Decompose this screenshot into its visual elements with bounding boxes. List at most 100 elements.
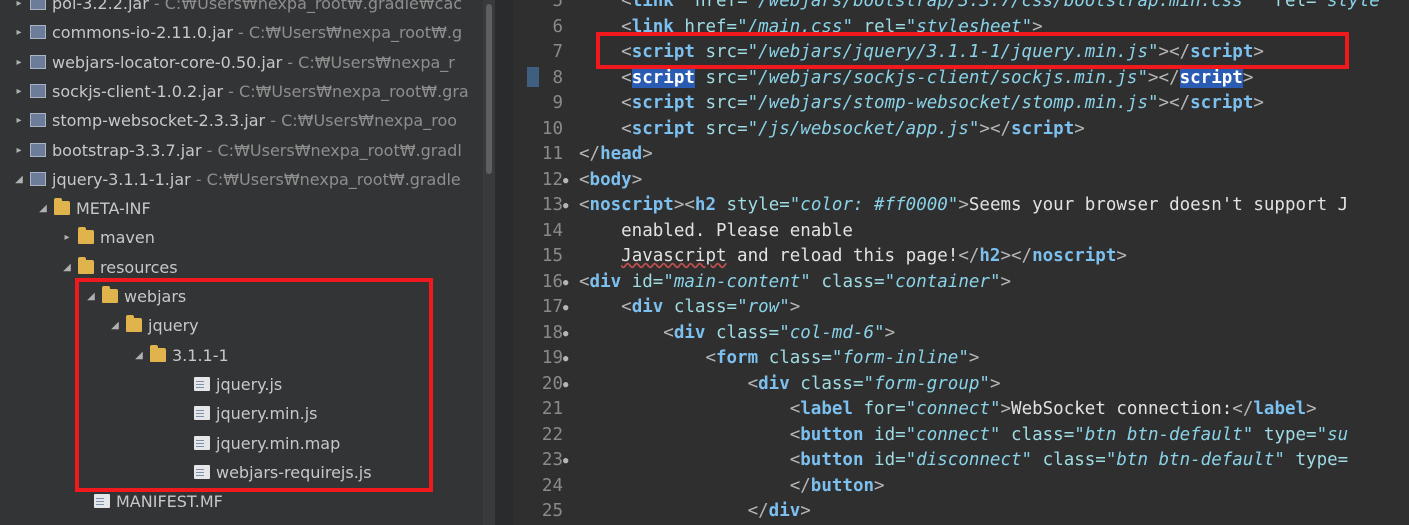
tree-item[interactable]: ◢ META-INF [36, 195, 151, 223]
fold-toggle-icon[interactable]: ● [563, 295, 575, 321]
code-token: h2 [694, 195, 716, 215]
expand-arrow-icon[interactable]: ▸ [12, 0, 26, 18]
tree-item-path: - C:₩Users₩nexpa_root₩.gradle [190, 169, 461, 189]
fold-toggle-icon[interactable]: ● [563, 372, 575, 398]
tree-item-path: - C:₩Users₩nexpa_root₩.gradl [201, 140, 462, 160]
code-line[interactable]: 13● <noscript><h2 style="color: #ff0000">… [513, 192, 1348, 218]
code-token: script [631, 67, 695, 88]
code-line[interactable]: 10 <script src="/js/websocket/app.js"></… [513, 116, 1085, 142]
scrollbar-thumb[interactable] [486, 4, 492, 174]
code-token: "form-group" [863, 373, 990, 394]
tree-item[interactable]: MANIFEST.MF [76, 488, 223, 516]
tree-item-label: bootstrap-3.3.7.jar [52, 140, 202, 160]
code-token: ></ [1000, 246, 1033, 266]
pane-splitter[interactable] [495, 0, 514, 525]
collapse-arrow-icon[interactable]: ◢ [60, 254, 74, 282]
collapse-arrow-icon[interactable]: ◢ [12, 166, 26, 194]
code-token: < [663, 322, 674, 343]
code-line[interactable]: 25 </div> [513, 498, 811, 524]
tree-item-label: sockjs-client-1.0.2.jar [52, 81, 224, 101]
tree-item[interactable]: ▸ commons-io-2.11.0.jar - C:₩Users₩nexpa_… [12, 19, 462, 47]
code-line[interactable]: 15 Javascript and reload this page!</h2>… [513, 243, 1127, 269]
code-line[interactable]: 18● <div class="col-md-6"> [513, 320, 895, 346]
code-line[interactable]: 5 <link href="/webjars/bootstrap/3.3.7/c… [513, 0, 1379, 14]
line-number: 6 [552, 16, 563, 37]
fold-toggle-icon[interactable]: ● [563, 321, 575, 347]
code-line[interactable]: 11 </head> [513, 141, 653, 167]
code-line[interactable]: 9 <script src="/webjars/stomp-websocket/… [513, 90, 1263, 116]
code-token: > [800, 501, 811, 521]
jar-icon [30, 83, 46, 98]
tree-item[interactable]: ▸ sockjs-client-1.0.2.jar - C:₩Users₩nexp… [12, 78, 469, 106]
code-line[interactable]: 14 enabled. Please enable [513, 218, 853, 244]
tree-item[interactable]: ▸ webjars-locator-core-0.50.jar - C:₩User… [12, 49, 455, 77]
code-token: </ [958, 246, 980, 266]
fold-toggle-icon[interactable]: ● [563, 270, 575, 296]
expand-arrow-icon[interactable]: ▸ [12, 107, 26, 135]
tree-item-path: - C:₩Users₩nexpa_root₩.gra [223, 81, 469, 101]
code-token: class= [1011, 424, 1075, 445]
line-number: 25 [541, 501, 563, 521]
fold-toggle-icon[interactable]: ● [563, 193, 575, 219]
expand-arrow-icon[interactable]: ▸ [12, 137, 26, 165]
code-line[interactable]: 24 </button> [513, 473, 885, 499]
file-icon [94, 494, 110, 509]
highlight-webjars-folder [75, 278, 433, 492]
line-number: 15 [541, 246, 563, 266]
code-token: > [631, 169, 643, 190]
code-token: < [789, 399, 801, 419]
code-token: id= [874, 450, 906, 470]
code-token: </ [579, 144, 601, 164]
code-text: <body> [575, 167, 642, 193]
expand-arrow-icon[interactable]: ▸ [12, 78, 26, 106]
tree-item[interactable]: ▸ stomp-websocket-2.3.3.jar - C:₩Users₩ne… [12, 107, 457, 135]
code-token: > [1306, 399, 1317, 419]
expand-arrow-icon[interactable]: ▸ [12, 19, 26, 47]
code-token: label [800, 399, 853, 419]
code-line[interactable]: 21 <label for="connect">WebSocket connec… [513, 396, 1317, 422]
tree-item-label: webjars-locator-core-0.50.jar [52, 52, 283, 72]
code-text: Javascript and reload this page!</h2></n… [575, 243, 1127, 269]
code-line[interactable]: 16● <div id="main-content" class="contain… [513, 269, 1011, 295]
code-token: "su [1316, 424, 1349, 445]
code-line[interactable]: 22 <button id="connect" class="btn btn-d… [513, 422, 1348, 448]
code-line[interactable]: 12● <body> [513, 167, 642, 193]
fold-toggle-icon[interactable]: ● [563, 168, 575, 194]
fold-toggle-icon[interactable]: ● [563, 448, 575, 474]
folder-icon [54, 198, 70, 216]
code-editor[interactable]: 5 <link href="/webjars/bootstrap/3.3.7/c… [513, 0, 1409, 525]
expand-arrow-icon[interactable]: ▸ [60, 224, 74, 252]
code-text: <div class="row"> [575, 294, 800, 320]
tree-scrollbar[interactable] [483, 0, 495, 525]
tree-item[interactable]: ▸ maven [60, 224, 155, 252]
tree-item[interactable]: ▸ bootstrap-3.3.7.jar - C:₩Users₩nexpa_ro… [12, 137, 462, 165]
code-token: < [621, 93, 632, 113]
expand-arrow-icon[interactable]: ▸ [12, 49, 26, 77]
line-number: 9 [552, 93, 563, 113]
code-line[interactable]: 19● <form class="form-inline"> [513, 345, 980, 372]
tree-item[interactable]: ▸ poi-3.2.2.jar - C:₩Users₩nexpa_root₩.gr… [12, 0, 462, 18]
tree-item[interactable]: ◢ jquery-3.1.1-1.jar - C:₩Users₩nexpa_roo… [12, 166, 461, 194]
fold-toggle-icon[interactable]: ● [563, 346, 575, 372]
code-token: "container" [884, 271, 1001, 292]
tree-item-path: - C:₩Users₩nexpa_r [282, 52, 455, 72]
code-token: link [631, 0, 674, 11]
code-text: <script src="/js/websocket/app.js"></scr… [575, 116, 1085, 142]
jar-icon [30, 171, 46, 186]
collapse-arrow-icon[interactable]: ◢ [36, 195, 50, 223]
code-line[interactable]: 17● <div class="row"> [513, 294, 800, 320]
code-line[interactable]: 20● <div class="form-group"> [513, 371, 1001, 398]
code-token: < [579, 195, 590, 215]
code-token: href= [694, 0, 748, 11]
code-line[interactable]: 23● <button id="disconnect" class="btn b… [513, 447, 1348, 473]
code-token: "col-md-6" [779, 322, 885, 343]
line-number: 12 [541, 169, 563, 190]
